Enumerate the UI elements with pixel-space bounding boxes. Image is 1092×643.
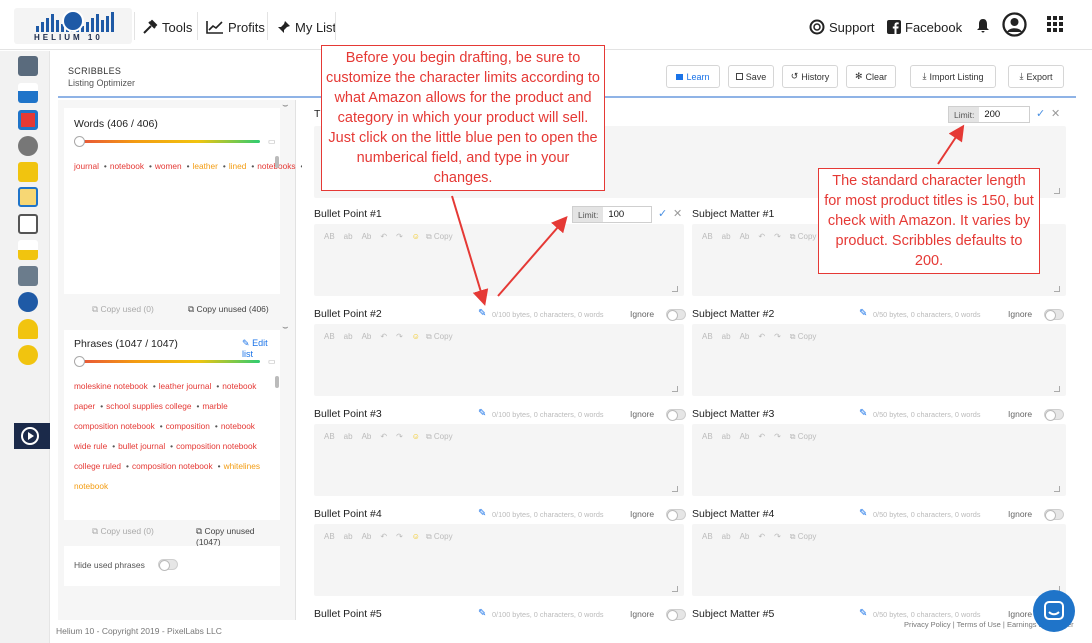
arrow-to-title-limit xyxy=(937,124,965,165)
callout-title-length: The standard character length for most p… xyxy=(818,168,1040,274)
callout-limits: Before you begin drafting, be sure to cu… xyxy=(321,45,605,191)
arrow-to-bullet-limit xyxy=(497,215,568,297)
app-root: HELIUM 10 Tools Profits My List Support … xyxy=(0,0,1092,643)
arrow-to-pen xyxy=(451,195,489,306)
